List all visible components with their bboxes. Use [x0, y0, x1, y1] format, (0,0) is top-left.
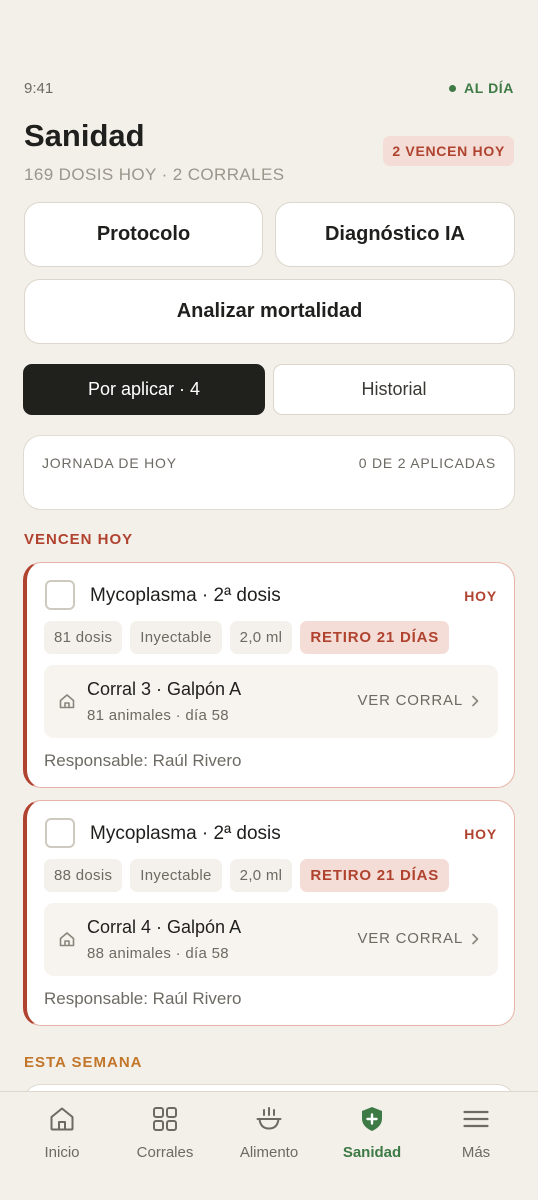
bottom-nav: Inicio Corrales Alimento Sanidad Más [0, 1091, 538, 1200]
doses-chip: 88 dosis [44, 859, 123, 892]
vaccination-card: Mycoplasma · 2ª dosis HOY 88 dosis Inyec… [23, 800, 515, 1026]
nav-label: Corrales [136, 1144, 194, 1161]
ver-corral-link[interactable]: VER CORRAL [357, 930, 480, 947]
nav-sanidad[interactable]: Sanidad [327, 1104, 417, 1161]
tab-historial[interactable]: Historial [273, 364, 515, 415]
chevron-right-icon [472, 933, 479, 944]
corral-title: Corral 4 · Galpón A [87, 917, 242, 937]
responsable-text: Responsable: Raúl Rivero [44, 751, 242, 770]
withdrawal-chip: RETIRO 21 DÍAS [300, 621, 450, 654]
diagnostico-ia-button[interactable]: Diagnóstico IA [275, 202, 515, 267]
route-chip: Inyectable [130, 859, 222, 892]
volume-chip: 2,0 ml [229, 621, 293, 654]
house-icon [59, 932, 75, 947]
jornada-count: 0 DE 2 APLICADAS [358, 455, 496, 471]
house-icon [59, 694, 75, 709]
jornada-card: JORNADA DE HOY 0 DE 2 APLICADAS [23, 435, 515, 510]
due-label: HOY [464, 826, 497, 842]
page-header: Sanidad 169 DOSIS HOY · 2 CORRALES 2 VEN… [24, 118, 514, 188]
nav-label: Más [461, 1144, 491, 1161]
card-title: Mycoplasma · 2ª dosis [90, 585, 281, 606]
analizar-mortalidad-button[interactable]: Analizar mortalidad [24, 279, 515, 344]
corral-title: Corral 3 · Galpón A [87, 679, 242, 699]
section-vencen-hoy: VENCEN HOY [24, 531, 134, 548]
dose-chips: 88 dosis Inyectable 2,0 ml RETIRO 21 DÍA… [44, 859, 450, 892]
doses-chip: 81 dosis [44, 621, 123, 654]
menu-icon [463, 1110, 489, 1128]
dose-chips: 81 dosis Inyectable 2,0 ml RETIRO 21 DÍA… [44, 621, 450, 654]
section-esta-semana: ESTA SEMANA [24, 1054, 143, 1071]
sync-dot-icon [448, 84, 456, 92]
nav-label: Inicio [44, 1144, 80, 1161]
apply-checkbox[interactable] [45, 818, 75, 848]
ver-corral-label: VER CORRAL [357, 692, 463, 709]
chevron-right-icon [472, 695, 479, 706]
page-subtitle: 169 DOSIS HOY · 2 CORRALES [24, 165, 285, 184]
nav-corrales[interactable]: Corrales [120, 1104, 210, 1161]
tab-por-aplicar[interactable]: Por aplicar · 4 [23, 364, 265, 415]
card-title: Mycoplasma · 2ª dosis [90, 823, 281, 844]
protocolo-button[interactable]: Protocolo [24, 202, 263, 267]
status-bar: 9:41 AL DÍA [24, 78, 514, 98]
corral-row[interactable]: Corral 3 · Galpón A 81 animales · día 58… [44, 665, 498, 738]
nav-mas[interactable]: Más [431, 1104, 521, 1161]
nav-label: Sanidad [342, 1144, 402, 1161]
sync-status: AL DÍA [448, 80, 514, 96]
withdrawal-chip: RETIRO 21 DÍAS [300, 859, 450, 892]
nav-inicio[interactable]: Inicio [17, 1104, 107, 1161]
volume-chip: 2,0 ml [229, 859, 293, 892]
home-icon [50, 1107, 74, 1131]
jornada-label: JORNADA DE HOY [42, 455, 177, 471]
due-today-badge: 2 VENCEN HOY [383, 136, 514, 166]
due-label: HOY [464, 588, 497, 604]
feed-bowl-icon [256, 1107, 282, 1130]
corral-row[interactable]: Corral 4 · Galpón A 88 animales · día 58… [44, 903, 498, 976]
corral-detail: 81 animales · día 58 [87, 707, 229, 724]
vaccination-card: Mycoplasma · 2ª dosis HOY 81 dosis Inyec… [23, 562, 515, 788]
apply-checkbox[interactable] [45, 580, 75, 610]
nav-alimento[interactable]: Alimento [224, 1104, 314, 1161]
nav-label: Alimento [239, 1144, 299, 1161]
grid-icon [153, 1107, 177, 1131]
corral-detail: 88 animales · día 58 [87, 945, 229, 962]
status-time: 9:41 [24, 79, 54, 97]
ver-corral-link[interactable]: VER CORRAL [357, 692, 480, 709]
route-chip: Inyectable [130, 621, 222, 654]
responsable-text: Responsable: Raúl Rivero [44, 989, 242, 1008]
ver-corral-label: VER CORRAL [357, 930, 463, 947]
shield-plus-icon [362, 1107, 382, 1131]
sync-label: AL DÍA [463, 80, 514, 96]
